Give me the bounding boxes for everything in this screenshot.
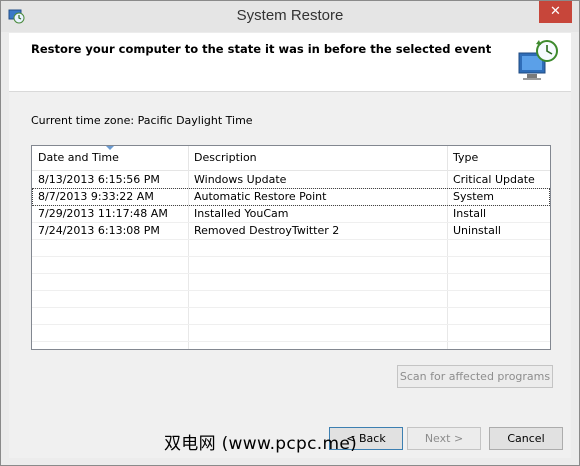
empty-row: [32, 290, 550, 308]
row-description: Windows Update: [194, 173, 287, 186]
empty-row: [32, 239, 550, 257]
column-header-description[interactable]: Description: [188, 146, 448, 170]
row-date: 8/7/2013 9:33:22 AM: [38, 190, 154, 203]
empty-row: [32, 307, 550, 325]
scan-affected-programs-button[interactable]: Scan for affected programs: [397, 365, 553, 388]
table-row-selected[interactable]: 8/7/2013 9:33:22 AM Automatic Restore Po…: [32, 188, 550, 206]
watermark-text: 双电网 (www.pcpc.me): [164, 434, 358, 454]
row-type: Critical Update: [453, 173, 535, 186]
row-type: Uninstall: [453, 224, 501, 237]
window-title: System Restore: [236, 7, 344, 24]
row-date: 7/24/2013 6:13:08 PM: [38, 224, 160, 237]
list-header: Date and Time Description Type: [32, 146, 550, 171]
system-restore-window: System Restore ✕ Restore your computer t…: [0, 0, 580, 466]
close-button[interactable]: ✕: [539, 1, 572, 23]
row-description: Installed YouCam: [194, 207, 289, 220]
next-button[interactable]: Next >: [407, 427, 481, 450]
empty-row: [32, 256, 550, 274]
column-header-type[interactable]: Type: [447, 146, 550, 170]
sort-arrow-icon: [106, 146, 114, 150]
table-row[interactable]: 7/29/2013 11:17:48 AM Installed YouCam I…: [32, 205, 550, 223]
row-description: Removed DestroyTwitter 2: [194, 224, 340, 237]
table-row[interactable]: 8/13/2013 6:15:56 PM Windows Update Crit…: [32, 171, 550, 189]
timezone-label: Current time zone: Pacific Daylight Time: [31, 114, 253, 127]
restore-points-list[interactable]: Date and Time Description Type 8/13/2013…: [31, 145, 551, 350]
row-type: System: [453, 190, 495, 203]
table-row[interactable]: 7/24/2013 6:13:08 PM Removed DestroyTwit…: [32, 222, 550, 240]
header-title: Restore your computer to the state it wa…: [31, 42, 492, 56]
empty-row: [32, 273, 550, 291]
wizard-header: Restore your computer to the state it wa…: [9, 33, 571, 92]
empty-row: [32, 324, 550, 342]
row-date: 7/29/2013 11:17:48 AM: [38, 207, 168, 220]
row-date: 8/13/2013 6:15:56 PM: [38, 173, 160, 186]
row-description: Automatic Restore Point: [194, 190, 327, 203]
wizard-content: Current time zone: Pacific Daylight Time…: [9, 92, 571, 412]
title-bar[interactable]: System Restore ✕: [1, 1, 579, 32]
computer-restore-clock-icon: [518, 40, 558, 80]
row-type: Install: [453, 207, 487, 220]
cancel-button[interactable]: Cancel: [489, 427, 563, 450]
